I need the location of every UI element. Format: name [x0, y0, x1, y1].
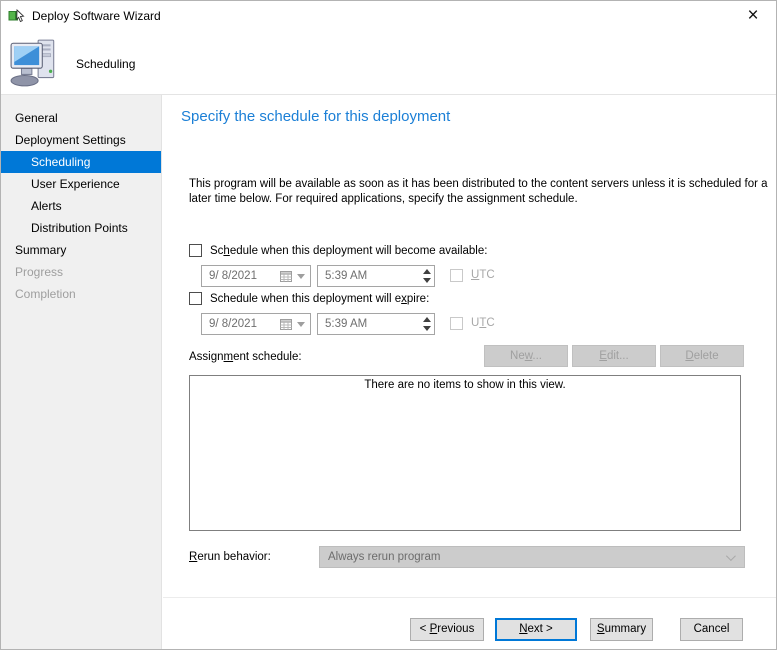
step-title: Scheduling [76, 57, 135, 71]
date-dropdown-icon [297, 322, 305, 327]
title-bar: Deploy Software Wizard × [1, 1, 776, 31]
rerun-behavior-label: Rerun behavior: [189, 551, 271, 563]
wizard-header: Scheduling [1, 31, 776, 95]
expire-datetime-row: 9/ 8/2021 5:39 AM UT [163, 313, 777, 335]
computer-icon [9, 37, 61, 89]
empty-list-message: There are no items to show in this view. [190, 379, 740, 391]
expire-time-value: 5:39 AM [325, 318, 367, 330]
expire-time-spinner: 5:39 AM [317, 313, 435, 335]
expire-date-value: 9/ 8/2021 [209, 318, 257, 330]
edit-button: Edit... [572, 345, 656, 367]
assignment-schedule-label: Assignment schedule: [189, 351, 302, 363]
close-icon[interactable]: × [738, 2, 768, 30]
page-title: Specify the schedule for this deployment [181, 108, 450, 125]
summary-button[interactable]: Summary [590, 618, 653, 641]
sidebar-item-deployment-settings[interactable]: Deployment Settings [1, 129, 161, 151]
spinner-arrows-icon [423, 317, 431, 331]
app-icon [8, 7, 26, 25]
rerun-behavior-dropdown: Always rerun program [319, 546, 745, 568]
expire-date-picker: 9/ 8/2021 [201, 313, 311, 335]
expire-schedule-label: Schedule when this deployment will expir… [210, 293, 429, 305]
available-utc-label: UTC [471, 269, 495, 281]
available-date-picker: 9/ 8/2021 [201, 265, 311, 287]
available-date-value: 9/ 8/2021 [209, 270, 257, 282]
expire-utc-checkbox [450, 317, 463, 330]
expire-schedule-checkbox[interactable] [189, 292, 202, 305]
sidebar-item-summary[interactable]: Summary [1, 239, 161, 261]
delete-button: Delete [660, 345, 744, 367]
sidebar-item-general[interactable]: General [1, 107, 161, 129]
footer-divider [163, 597, 777, 598]
available-schedule-row: Schedule when this deployment will becom… [189, 244, 487, 257]
wizard-steps-sidebar: General Deployment Settings Scheduling U… [1, 95, 162, 650]
available-time-spinner: 5:39 AM [317, 265, 435, 287]
chevron-down-icon [726, 551, 736, 561]
sidebar-item-scheduling[interactable]: Scheduling [1, 151, 161, 173]
sidebar-item-completion: Completion [1, 283, 161, 305]
available-schedule-checkbox[interactable] [189, 244, 202, 257]
cancel-button[interactable]: Cancel [680, 618, 743, 641]
previous-button[interactable]: < Previous [410, 618, 484, 641]
page-description: This program will be available as soon a… [189, 177, 774, 207]
spinner-arrows-icon [423, 269, 431, 283]
expire-schedule-row: Schedule when this deployment will expir… [189, 292, 429, 305]
sidebar-item-user-experience[interactable]: User Experience [1, 173, 161, 195]
sidebar-item-distribution-points[interactable]: Distribution Points [1, 217, 161, 239]
calendar-icon [280, 318, 293, 330]
assignment-schedule-list[interactable]: There are no items to show in this view. [189, 375, 741, 531]
available-utc-checkbox [450, 269, 463, 282]
available-schedule-label: Schedule when this deployment will becom… [210, 245, 487, 257]
calendar-icon [280, 270, 293, 282]
expire-utc-label: UTC [471, 317, 495, 329]
next-button[interactable]: Next > [495, 618, 577, 641]
new-button: New... [484, 345, 568, 367]
available-time-value: 5:39 AM [325, 270, 367, 282]
available-datetime-row: 9/ 8/2021 5:39 AM UT [163, 265, 777, 287]
sidebar-item-progress: Progress [1, 261, 161, 283]
date-dropdown-icon [297, 274, 305, 279]
deploy-software-wizard-window: Deploy Software Wizard × Scheduling Gene… [0, 0, 777, 650]
main-content: Specify the schedule for this deployment… [163, 95, 777, 650]
rerun-behavior-value: Always rerun program [328, 551, 440, 563]
window-title: Deploy Software Wizard [32, 9, 161, 23]
sidebar-item-alerts[interactable]: Alerts [1, 195, 161, 217]
